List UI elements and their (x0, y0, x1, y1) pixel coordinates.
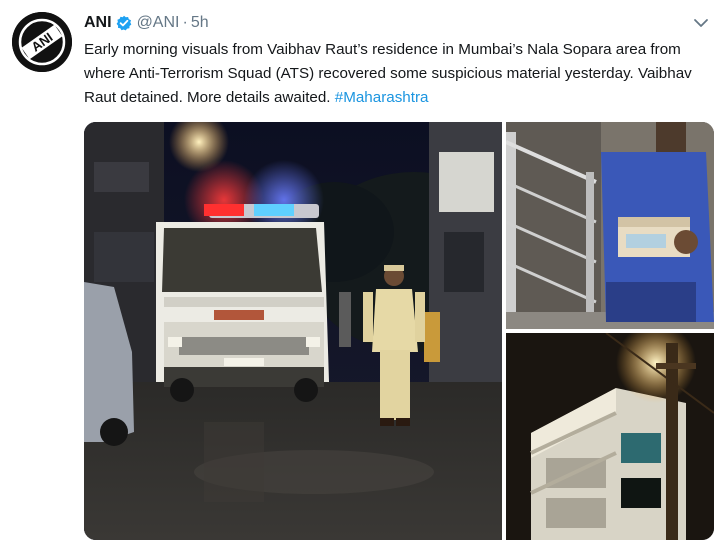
photo-building-night[interactable] (506, 333, 714, 540)
photo-man-carrying-box[interactable] (506, 122, 714, 329)
author-handle[interactable]: @ANI (137, 14, 180, 32)
hashtag-link[interactable]: #Maharashtra (335, 89, 429, 106)
chevron-down-icon (694, 19, 708, 27)
verified-badge-icon (116, 15, 132, 31)
photo-street-van-police-image (84, 122, 502, 540)
media-grid (84, 122, 714, 540)
photo-building-night-image (506, 333, 714, 540)
ani-logo-icon: ANI (12, 12, 72, 72)
author-name[interactable]: ANI (84, 14, 112, 32)
tweet-menu-button[interactable] (692, 16, 710, 30)
tweet-header: ANI @ANI · 5h (84, 12, 209, 34)
avatar[interactable]: ANI (12, 12, 72, 72)
photo-street-van-police[interactable] (84, 122, 502, 540)
header-separator: · (182, 14, 188, 31)
tweet-timestamp[interactable]: 5h (191, 14, 209, 32)
tweet-text: Early morning visuals from Vaibhav Raut’… (84, 38, 714, 110)
photo-man-carrying-box-image (506, 122, 714, 329)
